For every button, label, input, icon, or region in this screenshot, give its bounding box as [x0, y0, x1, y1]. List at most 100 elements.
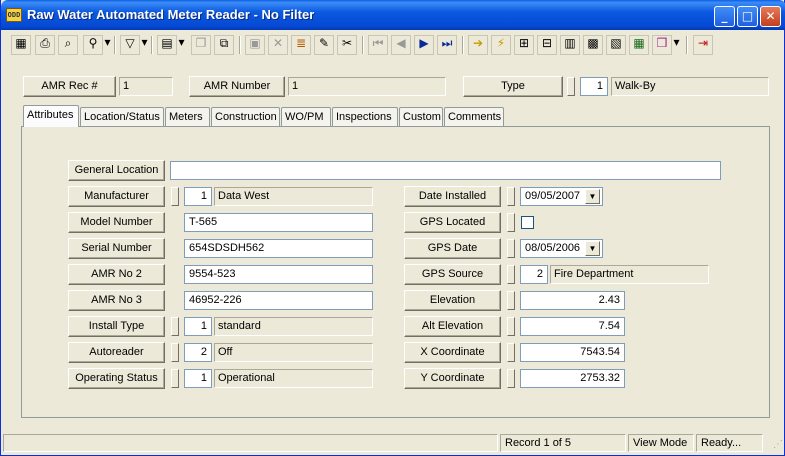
alt-elevation-button[interactable]: Alt Elevation [404, 316, 501, 337]
gps-located-checkbox[interactable] [521, 216, 534, 229]
amr-rec-button[interactable]: AMR Rec # [23, 76, 116, 97]
grid-view-icon[interactable]: ▦ [11, 35, 31, 55]
y-coordinate-field[interactable]: 2753.32 [520, 369, 625, 388]
filter-icon[interactable]: ▽ [120, 35, 140, 55]
next-record-icon[interactable]: ▶ [414, 35, 434, 55]
stack-icon[interactable]: ≣ [291, 35, 311, 55]
previous-record-icon[interactable]: ◀ [391, 35, 411, 55]
manufacturer-code[interactable]: 1 [184, 187, 212, 206]
delete-disabled-icon[interactable]: ✕ [268, 35, 288, 55]
install-type-value: standard [214, 317, 373, 336]
print-preview-icon[interactable]: ⌕ [58, 35, 78, 55]
resize-grip-icon[interactable]: ⋰ [769, 438, 783, 452]
scissors-icon[interactable]: ✂ [337, 35, 357, 55]
operating-status-lookup-handle[interactable] [171, 369, 179, 388]
elevation-lookup-handle[interactable] [507, 291, 515, 310]
autoreader-button[interactable]: Autoreader [68, 342, 165, 363]
chevron-down-icon[interactable]: ▾ [140, 35, 149, 55]
model-number-field[interactable]: T-565 [184, 213, 373, 232]
map-icon[interactable]: ⊞ [514, 35, 534, 55]
close-button[interactable]: ✕ [760, 6, 781, 27]
gps-date-button[interactable]: GPS Date [404, 238, 501, 259]
gps-date-lookup-handle[interactable] [507, 239, 515, 258]
operating-status-code[interactable]: 1 [184, 369, 212, 388]
serial-number-field[interactable]: 654SDSDH562 [184, 239, 373, 258]
amr-no3-field[interactable]: 46952-226 [184, 291, 373, 310]
amr-no3-button[interactable]: AMR No 3 [68, 290, 165, 311]
general-location-field[interactable] [170, 161, 721, 180]
install-type-button[interactable]: Install Type [68, 316, 165, 337]
type-button[interactable]: Type [463, 76, 563, 97]
x-coordinate-button[interactable]: X Coordinate [404, 342, 501, 363]
form-icon[interactable]: ▤ [157, 35, 177, 55]
manufacturer-lookup-handle[interactable] [171, 187, 179, 206]
autoreader-lookup-handle[interactable] [171, 343, 179, 362]
amr-no2-button[interactable]: AMR No 2 [68, 264, 165, 285]
tab-attributes[interactable]: Attributes [23, 105, 79, 127]
title-bar[interactable]: ODD Raw Water Automated Meter Reader - N… [1, 0, 785, 30]
chevron-down-icon[interactable]: ▾ [177, 35, 186, 55]
chevron-down-icon[interactable]: ▾ [672, 35, 681, 55]
amr-no2-field[interactable]: 9554-523 [184, 265, 373, 284]
amr-number-button[interactable]: AMR Number [189, 76, 285, 97]
model-number-button[interactable]: Model Number [68, 212, 165, 233]
minimize-button[interactable]: _ [714, 6, 735, 27]
copy-disabled-icon[interactable]: ❐ [191, 35, 211, 55]
calculator-icon[interactable]: ▩ [583, 35, 603, 55]
elevation-button[interactable]: Elevation [404, 290, 501, 311]
operating-status-value: Operational [214, 369, 373, 388]
spreadsheet-icon[interactable]: ▦ [629, 35, 649, 55]
duplicate-icon[interactable]: ⧉ [214, 35, 234, 55]
type-lookup-handle[interactable] [567, 77, 575, 96]
gps-source-button[interactable]: GPS Source [404, 264, 501, 285]
chevron-down-icon[interactable]: ▼ [585, 241, 600, 256]
tab-location-status[interactable]: Location/Status [80, 107, 164, 126]
tab-comments[interactable]: Comments [444, 107, 504, 126]
gps-source-value: Fire Department [550, 265, 709, 284]
date-installed-button[interactable]: Date Installed [404, 186, 501, 207]
general-location-button[interactable]: General Location [68, 160, 165, 181]
gps-source-code[interactable]: 2 [520, 265, 548, 284]
serial-number-button[interactable]: Serial Number [68, 238, 165, 259]
tab-construction[interactable]: Construction [211, 107, 280, 126]
binoculars-icon[interactable]: ⚲ [83, 35, 103, 55]
tab-inspections[interactable]: Inspections [332, 107, 398, 126]
gps-located-button[interactable]: GPS Located [404, 212, 501, 233]
chevron-down-icon[interactable]: ▼ [585, 189, 600, 204]
toolbar: ▦ ⎙ ⌕ ⚲ ▾ ▽ ▾ ▤ ▾ ❐ ⧉ ▣ ✕ ≣ ✎ ✂ ⏮ ◀ ▶ ⏭ … [3, 31, 783, 61]
print-icon[interactable]: ⎙ [35, 35, 55, 55]
alt-elevation-lookup-handle[interactable] [507, 317, 515, 336]
install-type-code[interactable]: 1 [184, 317, 212, 336]
exit-icon[interactable]: ⇥ [693, 35, 713, 55]
tab-meters[interactable]: Meters [165, 107, 210, 126]
gps-located-lookup-handle[interactable] [507, 213, 515, 232]
chevron-down-icon[interactable]: ▾ [103, 35, 112, 55]
tab-custom[interactable]: Custom [399, 107, 443, 126]
save-disabled-icon[interactable]: ▣ [245, 35, 265, 55]
first-record-icon[interactable]: ⏮ [368, 35, 388, 55]
hierarchy-icon[interactable]: ⊟ [537, 35, 557, 55]
operating-status-button[interactable]: Operating Status [68, 368, 165, 389]
toolbar-separator [686, 36, 688, 54]
tab-wo-pm[interactable]: WO/PM [281, 107, 331, 126]
x-coordinate-lookup-handle[interactable] [507, 343, 515, 362]
elevation-field[interactable]: 2.43 [520, 291, 625, 310]
chart-icon[interactable]: ▥ [560, 35, 580, 55]
gps-source-lookup-handle[interactable] [507, 265, 515, 284]
alt-elevation-field[interactable]: 7.54 [520, 317, 625, 336]
x-coordinate-field[interactable]: 7543.54 [520, 343, 625, 362]
last-record-icon[interactable]: ⏭ [437, 35, 457, 55]
maximize-button[interactable]: □ [737, 6, 758, 27]
date-installed-lookup-handle[interactable] [507, 187, 515, 206]
books-icon[interactable]: ❒ [652, 35, 672, 55]
y-coordinate-button[interactable]: Y Coordinate [404, 368, 501, 389]
goto-arrow-icon[interactable]: ➔ [468, 35, 488, 55]
picture-icon[interactable]: ▧ [606, 35, 626, 55]
install-type-lookup-handle[interactable] [171, 317, 179, 336]
type-code[interactable]: 1 [580, 77, 608, 96]
manufacturer-button[interactable]: Manufacturer [68, 186, 165, 207]
autoreader-code[interactable]: 2 [184, 343, 212, 362]
lightning-icon[interactable]: ⚡ [491, 35, 511, 55]
y-coordinate-lookup-handle[interactable] [507, 369, 515, 388]
edit-pencil-icon[interactable]: ✎ [314, 35, 334, 55]
